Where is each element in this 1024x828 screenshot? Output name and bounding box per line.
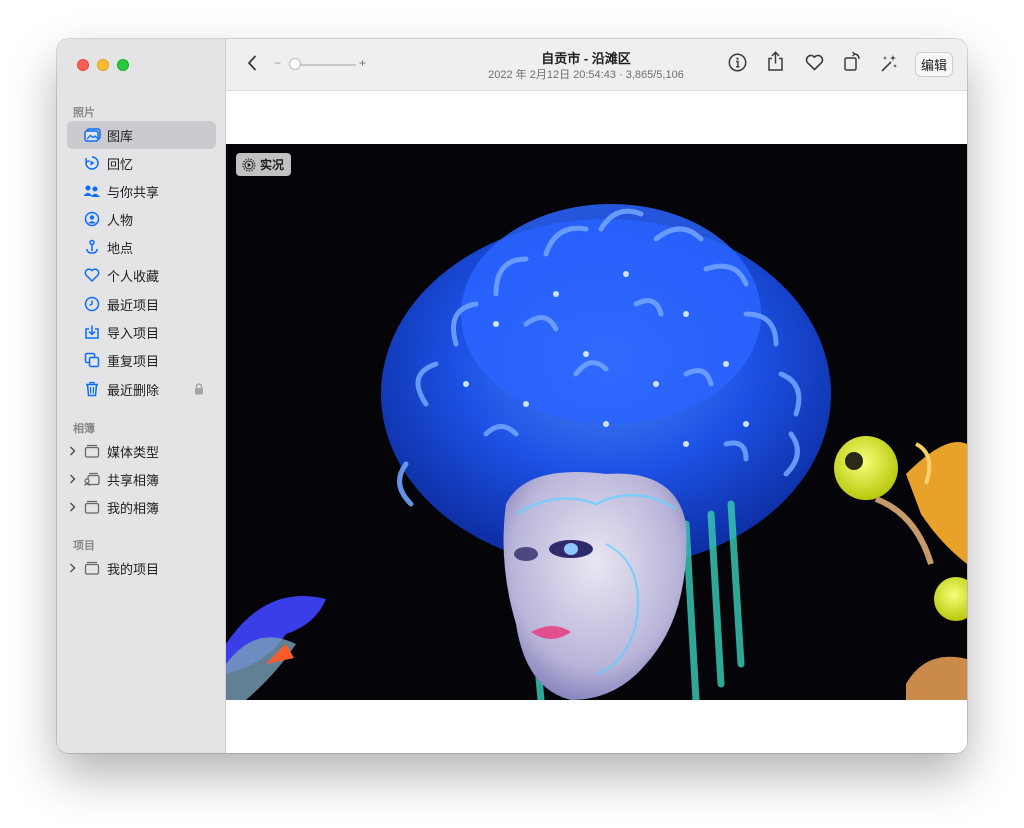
zoom-window-button[interactable] xyxy=(117,59,129,71)
shared-with-you-icon xyxy=(83,182,101,200)
sidebar-item-recently-deleted[interactable]: 最近删除 xyxy=(67,375,216,403)
section-header-projects: 项目 xyxy=(73,540,95,552)
sidebar-item-imports[interactable]: 导入项目 xyxy=(67,318,216,346)
zoom-slider-knob[interactable] xyxy=(289,58,301,70)
album-label: 共享相簿 xyxy=(107,472,160,488)
sidebar-album-my-albums[interactable]: 我的相簿 xyxy=(69,495,159,519)
auto-enhance-button[interactable] xyxy=(878,53,900,77)
lock-icon xyxy=(194,383,204,398)
sidebar-item-favorites[interactable]: 个人收藏 xyxy=(67,261,216,289)
trash-icon xyxy=(83,380,101,398)
project-label: 我的项目 xyxy=(107,561,160,577)
photo-image[interactable]: 实况 xyxy=(226,144,967,700)
heart-icon xyxy=(83,266,101,284)
edit-button[interactable]: 编辑 xyxy=(915,52,953,77)
info-button[interactable] xyxy=(726,53,748,77)
sidebar-item-shared-with-you[interactable]: 与你共享 xyxy=(67,177,216,205)
info-icon xyxy=(728,53,747,77)
rotate-button[interactable] xyxy=(841,51,863,77)
back-button[interactable] xyxy=(242,54,262,76)
photo-library-icon xyxy=(83,126,101,144)
people-icon xyxy=(83,210,101,228)
sidebar-item-label: 图库 xyxy=(107,128,134,144)
sidebar-album-media-types[interactable]: 媒体类型 xyxy=(69,439,159,463)
close-window-button[interactable] xyxy=(77,59,89,71)
photos-window: 照片 图库 回忆 与你共享 人物 地点 个人收藏 最近项目 导入项目 重复项目 … xyxy=(57,39,967,753)
back-chevron-icon xyxy=(247,55,257,76)
live-photo-badge[interactable]: 实况 xyxy=(236,153,292,176)
import-icon xyxy=(83,323,101,341)
album-label: 媒体类型 xyxy=(107,444,160,460)
sidebar-item-label: 与你共享 xyxy=(107,184,160,200)
sidebar-item-people[interactable]: 人物 xyxy=(67,205,216,233)
sidebar-project-my-projects[interactable]: 我的项目 xyxy=(69,556,159,580)
rotate-icon xyxy=(843,51,862,77)
folder-stack-icon xyxy=(83,498,101,516)
zoom-out-label: − xyxy=(274,56,282,70)
sidebar-item-label: 个人收藏 xyxy=(107,268,160,284)
sidebar-item-recents[interactable]: 最近项目 xyxy=(67,290,216,318)
section-header-photos: 照片 xyxy=(73,107,95,119)
photo-viewer: 实况 xyxy=(226,91,967,753)
sidebar-item-duplicates[interactable]: 重复项目 xyxy=(67,346,216,374)
zoom-in-label: + xyxy=(359,56,367,70)
sidebar-item-label: 回忆 xyxy=(107,156,134,172)
duplicates-icon xyxy=(83,351,101,369)
live-photo-label: 实况 xyxy=(260,158,285,172)
sidebar-item-library[interactable]: 图库 xyxy=(67,121,216,149)
places-icon xyxy=(83,238,101,256)
folder-stack-icon xyxy=(83,442,101,460)
clock-icon xyxy=(83,295,101,313)
sidebar-item-label: 导入项目 xyxy=(107,325,160,341)
sidebar-item-label: 最近项目 xyxy=(107,297,160,313)
share-button[interactable] xyxy=(764,51,786,77)
sidebar-item-label: 地点 xyxy=(107,240,134,256)
photo-title: 自贡市 - 沿滩区 xyxy=(541,51,631,66)
minimize-window-button[interactable] xyxy=(97,59,109,71)
photo-subtitle: 2022 年 2月12日 20:54:43 · 3,865/5,106 xyxy=(488,69,684,81)
live-photo-icon xyxy=(242,158,256,172)
magic-wand-icon xyxy=(879,53,899,78)
section-header-albums: 相簿 xyxy=(73,423,95,435)
heart-icon xyxy=(805,54,824,76)
sidebar-item-label: 重复项目 xyxy=(107,353,160,369)
sidebar-item-memories[interactable]: 回忆 xyxy=(67,149,216,177)
folder-stack-icon xyxy=(83,559,101,577)
sidebar-item-places[interactable]: 地点 xyxy=(67,233,216,261)
sidebar-item-label: 最近删除 xyxy=(107,382,160,398)
zoom-slider[interactable] xyxy=(294,64,356,66)
sidebar: 照片 图库 回忆 与你共享 人物 地点 个人收藏 最近项目 导入项目 重复项目 … xyxy=(57,39,226,753)
sidebar-album-shared-albums[interactable]: 共享相簿 xyxy=(69,467,159,491)
sidebar-item-label: 人物 xyxy=(107,212,134,228)
chevron-right-icon[interactable] xyxy=(69,474,79,484)
shared-album-icon xyxy=(83,470,101,488)
album-label: 我的相簿 xyxy=(107,500,160,516)
toolbar: − + 自贡市 - 沿滩区 2022 年 2月12日 20:54:43 · 3,… xyxy=(226,39,967,91)
chevron-right-icon[interactable] xyxy=(69,502,79,512)
memories-icon xyxy=(83,154,101,172)
favorite-button[interactable] xyxy=(803,54,825,76)
chevron-right-icon[interactable] xyxy=(69,446,79,456)
share-icon xyxy=(767,51,784,77)
lantern-photo-illustration xyxy=(226,144,967,700)
chevron-right-icon[interactable] xyxy=(69,563,79,573)
